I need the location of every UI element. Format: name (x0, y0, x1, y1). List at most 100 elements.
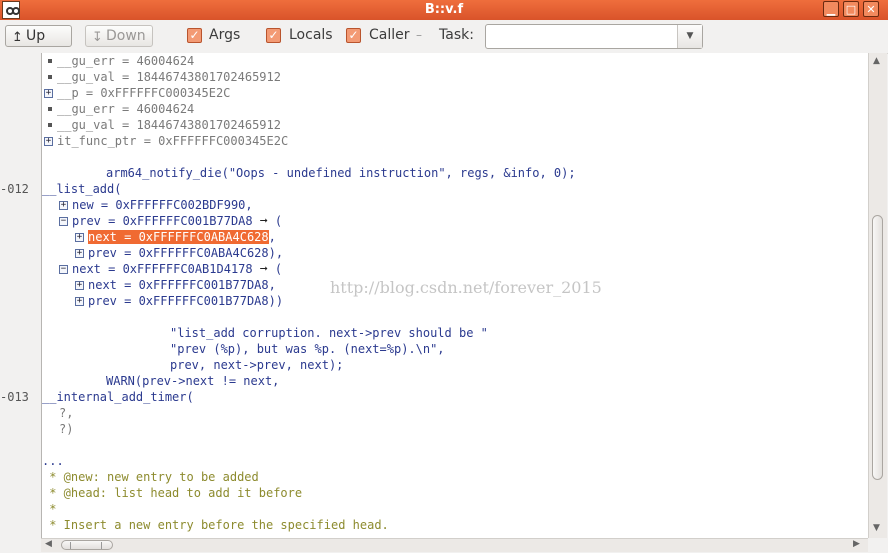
code-line: arm64_notify_die("Oops - undefined instr… (106, 165, 576, 181)
right-arrow-icon: ➞ (259, 214, 268, 229)
scroll-up-icon[interactable]: ▲ (873, 56, 880, 66)
locals-checkbox[interactable]: ✓ (266, 28, 281, 43)
comment-line: * @head: list head to add it before (42, 485, 302, 501)
code-text: prev, next->prev, next); (170, 358, 344, 372)
code-view[interactable]: __gu_err = 46004624 __gu_val = 184467438… (42, 53, 868, 538)
code-text: * @new: new entry to be added (42, 470, 259, 484)
code-text: , (268, 230, 276, 244)
task-label: Task: (439, 27, 474, 43)
close-icon[interactable]: ✕ (863, 1, 879, 17)
code-line: − next = 0xFFFFFFC0AB1D4178 ➞ ( (59, 261, 282, 277)
down-button-label: Down (106, 28, 146, 44)
bullet-icon (48, 59, 52, 63)
bullet-icon (48, 107, 52, 111)
up-button[interactable]: ↥ Up (5, 25, 72, 47)
code-line: __gu_err = 46004624 (44, 53, 194, 69)
code-text: next = 0xFFFFFFC0AB1D4178 (72, 262, 253, 276)
down-arrow-icon: ↧ (92, 30, 103, 45)
code-text: ... (42, 454, 64, 468)
code-text: prev = 0xFFFFFFC001B77DA8)) (88, 294, 284, 308)
code-line: prev, next->prev, next); (170, 357, 343, 373)
code-text: __gu_err = 46004624 (57, 102, 195, 116)
code-line: ... (42, 453, 64, 469)
line-number-gutter: -012 -013 (0, 53, 42, 538)
maximize-icon[interactable]: □ (843, 1, 859, 17)
code-line: "list_add corruption. next->prev should … (170, 325, 488, 341)
chevron-down-icon[interactable]: ▼ (677, 25, 702, 48)
collapse-icon[interactable]: − (59, 265, 68, 274)
expand-icon[interactable]: + (59, 201, 68, 210)
up-button-label: Up (26, 28, 46, 44)
horizontal-scrollbar[interactable]: ◀ ▶ (41, 538, 868, 552)
code-line: ?, (59, 405, 73, 421)
args-checkbox[interactable]: ✓ (187, 28, 202, 43)
code-text: ( (267, 214, 283, 228)
args-label: Args (209, 27, 241, 43)
code-text: __gu_val = 18446743801702465912 (57, 70, 281, 84)
code-text: * @head: list head to add it before (42, 486, 303, 500)
code-line: + next = 0xFFFFFFC0ABA4C628, (75, 229, 276, 245)
code-text: __gu_err = 46004624 (57, 54, 195, 68)
code-text: prev = 0xFFFFFFC0ABA4C628), (88, 246, 284, 260)
code-line: − prev = 0xFFFFFFC001B77DA8 ➞ ( (59, 213, 282, 229)
expand-icon[interactable]: + (75, 281, 84, 290)
locals-label: Locals (289, 27, 333, 43)
comment-line: * Insert a new entry before the specifie… (42, 517, 389, 533)
horizontal-scroll-thumb[interactable] (61, 540, 113, 550)
code-line: __gu_err = 46004624 (44, 101, 194, 117)
separator: – (416, 28, 422, 42)
highlighted-value[interactable]: next = 0xFFFFFFC0ABA4C628 (88, 230, 269, 244)
right-arrow-icon: ➞ (259, 262, 268, 277)
expand-icon[interactable]: + (75, 297, 84, 306)
code-line: WARN(prev->next != next, (106, 373, 279, 389)
bullet-icon (48, 75, 52, 79)
code-text: ( (267, 262, 283, 276)
code-line: + it_func_ptr = 0xFFFFFFC000345E2C (44, 133, 288, 149)
code-line: + new = 0xFFFFFFC002BDF990, (59, 197, 253, 213)
comment-line: * @new: new entry to be added (42, 469, 259, 485)
scroll-down-icon[interactable]: ▼ (873, 523, 880, 533)
up-arrow-icon: ↥ (12, 30, 23, 45)
code-text: next = 0xFFFFFFC001B77DA8, (88, 278, 276, 292)
toolbar: ↥ Up ↧ Down ✓ Args ✓ Locals ✓ Caller – T… (0, 20, 888, 54)
code-line: "prev (%p), but was %p. (next=%p).\n", (170, 341, 445, 357)
code-text: "list_add corruption. next->prev should … (170, 326, 488, 340)
minimize-icon[interactable]: ▁ (823, 1, 839, 17)
code-text: * Insert a new entry before the specifie… (42, 518, 389, 532)
comment-line: * (42, 501, 56, 517)
code-text: * (42, 502, 57, 516)
code-text: __internal_add_timer( (42, 390, 194, 404)
expand-icon[interactable]: + (75, 233, 84, 242)
expand-icon[interactable]: + (75, 249, 84, 258)
code-text: ?, (59, 406, 74, 420)
code-line: __internal_add_timer( (42, 389, 194, 405)
code-line: __gu_val = 18446743801702465912 (44, 69, 281, 85)
code-text: prev = 0xFFFFFFC001B77DA8 (72, 214, 253, 228)
grip-icon (70, 542, 102, 549)
code-text: WARN(prev->next != next, (106, 374, 280, 388)
code-line: __gu_val = 18446743801702465912 (44, 117, 281, 133)
watermark: http://blog.csdn.net/forever_2015 (330, 278, 602, 297)
scroll-right-icon[interactable]: ▶ (853, 539, 860, 549)
code-line: ?) (59, 421, 73, 437)
caller-checkbox[interactable]: ✓ (346, 28, 361, 43)
line-number: -012 (0, 182, 29, 196)
collapse-icon[interactable]: − (59, 217, 68, 226)
expand-icon[interactable]: + (44, 89, 53, 98)
caller-label: Caller (369, 27, 410, 43)
code-text: __p = 0xFFFFFFC000345E2C (57, 86, 231, 100)
code-line: + __p = 0xFFFFFFC000345E2C (44, 85, 230, 101)
down-button[interactable]: ↧ Down (85, 25, 153, 47)
vertical-scroll-thumb[interactable] (872, 215, 883, 480)
task-combobox[interactable]: ▼ (485, 24, 703, 49)
scroll-left-icon[interactable]: ◀ (45, 539, 52, 549)
code-text: ?) (59, 422, 74, 436)
title-bar: B::v.f ▁ □ ✕ (0, 0, 888, 20)
vertical-scrollbar[interactable]: ▲ ▼ (868, 53, 887, 538)
code-text: __gu_val = 18446743801702465912 (57, 118, 281, 132)
window-title: B::v.f (424, 2, 464, 17)
code-text: new = 0xFFFFFFC002BDF990, (72, 198, 253, 212)
code-text: "prev (%p), but was %p. (next=%p).\n", (170, 342, 445, 356)
code-line: + prev = 0xFFFFFFC0ABA4C628), (75, 245, 283, 261)
expand-icon[interactable]: + (44, 137, 53, 146)
